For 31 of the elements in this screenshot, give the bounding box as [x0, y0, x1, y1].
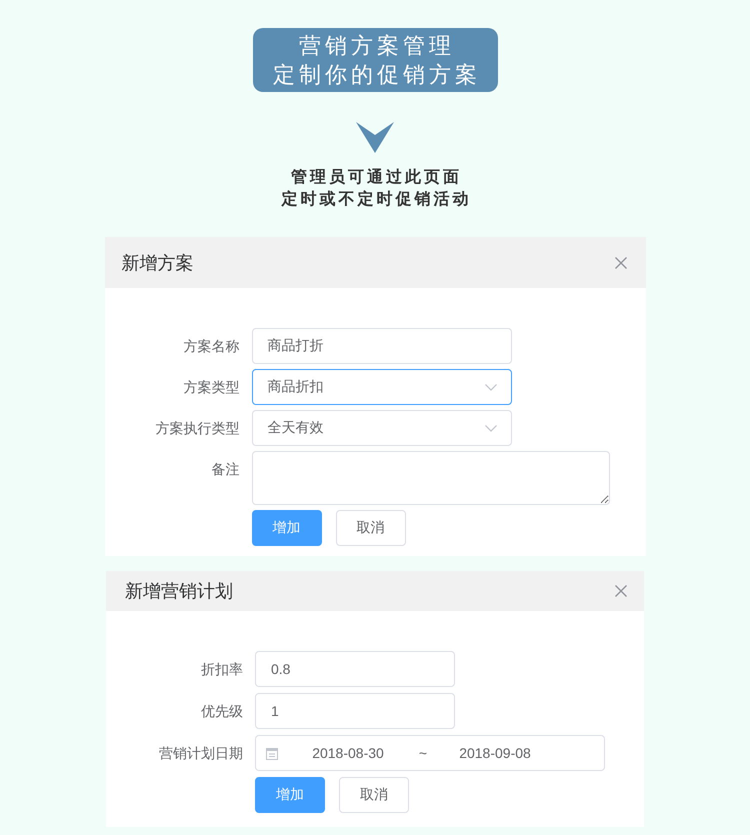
select-dropdown[interactable]: 商品折扣 [252, 369, 512, 405]
dialog-title: 新增方案 [122, 252, 194, 274]
date-range-field[interactable]: 2018-08-30 ~ 2018-09-08 [255, 735, 605, 771]
text-input[interactable]: 1 [255, 693, 455, 729]
end-date-input[interactable]: 2018-09-08 [428, 745, 562, 761]
range-separator: ~ [418, 745, 428, 761]
close-button[interactable] [614, 256, 626, 268]
text-input[interactable]: 商品打折 [252, 328, 512, 364]
field-label: 方案类型 [182, 378, 240, 397]
down-arrow-icon [356, 122, 394, 153]
select-dropdown[interactable]: 全天有效 [252, 410, 512, 446]
field-label: 备注 [210, 460, 240, 479]
close-icon [615, 585, 627, 597]
cancel-button[interactable]: 取消 [339, 777, 409, 813]
calendar-icon [266, 746, 278, 760]
chevron-down-icon [484, 384, 496, 390]
field-label: 优先级 [200, 702, 244, 721]
cancel-button[interactable]: 取消 [336, 510, 406, 546]
field-label: 折扣率 [200, 660, 244, 679]
field-label: 方案执行类型 [154, 419, 240, 438]
field-label: 营销计划日期 [158, 744, 244, 763]
text-input[interactable]: 0.8 [255, 651, 455, 687]
textarea-field[interactable] [252, 451, 610, 505]
dialog-title: 新增营销计划 [125, 580, 233, 603]
close-button[interactable] [615, 585, 627, 597]
chevron-down-icon [484, 424, 496, 432]
field-label: 方案名称 [182, 337, 240, 356]
banner-title: 营销方案管理 定制你的促销方案 [272, 32, 481, 89]
intro-text: 管理员可通过此页面 定时或不定时促销活动 [280, 167, 472, 210]
close-icon [614, 256, 626, 268]
start-date-input[interactable]: 2018-08-30 [278, 745, 418, 761]
